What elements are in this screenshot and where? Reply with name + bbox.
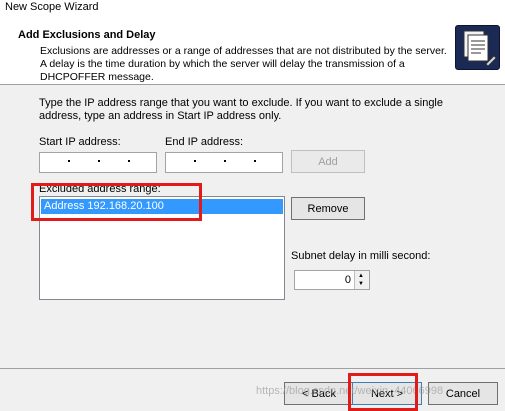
footer-separator [0,368,505,369]
subnet-delay-value: 0 [344,274,351,286]
highlight-box-excluded [31,183,202,221]
ip-separator [98,160,100,162]
ip-separator [224,160,226,162]
wizard-header: Add Exclusions and Delay Exclusions are … [0,18,505,85]
window-title: New Scope Wizard [5,1,99,13]
spin-up-icon[interactable]: ▲ [358,273,364,279]
ip-separator [194,160,196,162]
remove-button[interactable]: Remove [291,197,365,220]
page-description: Exclusions are addresses or a range of a… [40,45,447,83]
ip-separator [68,160,70,162]
page-heading: Add Exclusions and Delay [18,29,156,41]
ip-separator [128,160,130,162]
start-ip-label: Start IP address: [39,136,121,148]
subnet-delay-stepper[interactable]: 0 ▲ ▼ [294,270,370,290]
end-ip-label: End IP address: [165,136,244,148]
ip-separator [254,160,256,162]
wizard-icon [455,25,500,70]
spin-buttons[interactable]: ▲ ▼ [354,271,369,289]
highlight-box-next [348,373,418,411]
title-bar: New Scope Wizard [0,0,505,18]
instructions-text: Type the IP address range that you want … [39,97,443,122]
add-button[interactable]: Add [291,150,365,173]
spin-down-icon[interactable]: ▼ [358,281,364,287]
end-ip-input[interactable] [165,152,283,173]
subnet-delay-label: Subnet delay in milli second: [291,250,431,262]
start-ip-input[interactable] [39,152,157,173]
